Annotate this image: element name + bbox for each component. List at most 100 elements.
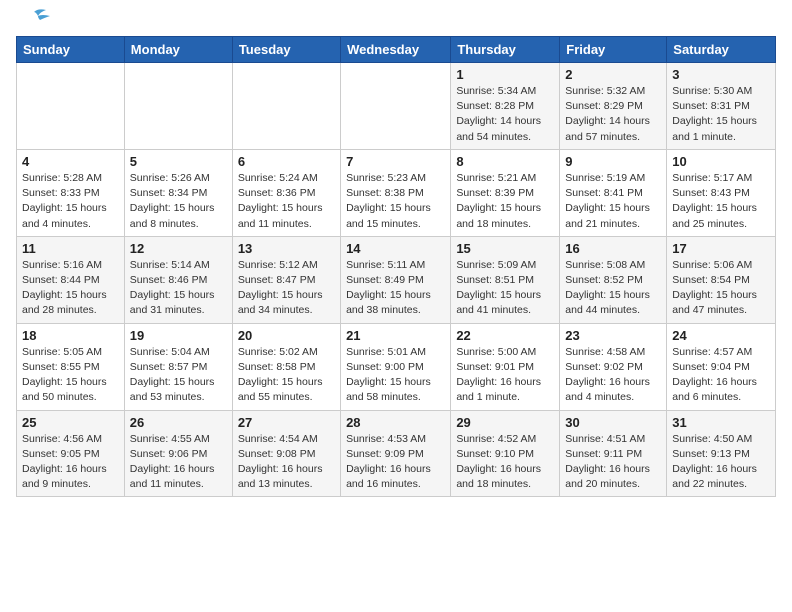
- day-number: 27: [238, 415, 335, 430]
- logo-bird-icon: [18, 8, 50, 28]
- day-info: Sunrise: 4:55 AM Sunset: 9:06 PM Dayligh…: [130, 432, 227, 493]
- day-number: 3: [672, 67, 770, 82]
- day-number: 30: [565, 415, 661, 430]
- calendar-cell: 23Sunrise: 4:58 AM Sunset: 9:02 PM Dayli…: [560, 323, 667, 410]
- day-info: Sunrise: 5:00 AM Sunset: 9:01 PM Dayligh…: [456, 345, 554, 406]
- day-header-friday: Friday: [560, 37, 667, 63]
- day-info: Sunrise: 4:51 AM Sunset: 9:11 PM Dayligh…: [565, 432, 661, 493]
- day-info: Sunrise: 5:23 AM Sunset: 8:38 PM Dayligh…: [346, 171, 445, 232]
- day-info: Sunrise: 5:34 AM Sunset: 8:28 PM Dayligh…: [456, 84, 554, 145]
- day-number: 11: [22, 241, 119, 256]
- day-info: Sunrise: 5:08 AM Sunset: 8:52 PM Dayligh…: [565, 258, 661, 319]
- day-info: Sunrise: 4:56 AM Sunset: 9:05 PM Dayligh…: [22, 432, 119, 493]
- day-info: Sunrise: 5:32 AM Sunset: 8:29 PM Dayligh…: [565, 84, 661, 145]
- page-header: [16, 16, 776, 28]
- calendar-cell: 9 Sunrise: 5:19 AM Sunset: 8:41 PM Daylig…: [560, 149, 667, 236]
- calendar-cell: 24 Sunrise: 4:57 AM Sunset: 9:04 PM Dayli…: [667, 323, 776, 410]
- day-info: Sunrise: 5:04 AM Sunset: 8:57 PM Dayligh…: [130, 345, 227, 406]
- day-number: 7: [346, 154, 445, 169]
- logo: [16, 16, 50, 28]
- day-number: 15: [456, 241, 554, 256]
- calendar-cell: [232, 63, 340, 150]
- calendar-cell: 22 Sunrise: 5:00 AM Sunset: 9:01 PM Dayli…: [451, 323, 560, 410]
- calendar-week-row: 11 Sunrise: 5:16 AM Sunset: 8:44 PM Dayli…: [17, 236, 776, 323]
- calendar-week-row: 1 Sunrise: 5:34 AM Sunset: 8:28 PM Daylig…: [17, 63, 776, 150]
- calendar-week-row: 18 Sunrise: 5:05 AM Sunset: 8:55 PM Dayli…: [17, 323, 776, 410]
- calendar-cell: 3 Sunrise: 5:30 AM Sunset: 8:31 PM Daylig…: [667, 63, 776, 150]
- calendar-cell: 2 Sunrise: 5:32 AM Sunset: 8:29 PM Daylig…: [560, 63, 667, 150]
- day-number: 23: [565, 328, 661, 343]
- day-header-sunday: Sunday: [17, 37, 125, 63]
- day-number: 19: [130, 328, 227, 343]
- day-number: 12: [130, 241, 227, 256]
- day-number: 16: [565, 241, 661, 256]
- day-info: Sunrise: 5:28 AM Sunset: 8:33 PM Dayligh…: [22, 171, 119, 232]
- day-number: 17: [672, 241, 770, 256]
- calendar-cell: 27 Sunrise: 4:54 AM Sunset: 9:08 PM Dayli…: [232, 410, 340, 497]
- calendar-header-row: SundayMondayTuesdayWednesdayThursdayFrid…: [17, 37, 776, 63]
- day-header-wednesday: Wednesday: [341, 37, 451, 63]
- day-number: 25: [22, 415, 119, 430]
- day-number: 4: [22, 154, 119, 169]
- day-number: 1: [456, 67, 554, 82]
- calendar-cell: 19 Sunrise: 5:04 AM Sunset: 8:57 PM Dayli…: [124, 323, 232, 410]
- day-number: 28: [346, 415, 445, 430]
- day-info: Sunrise: 5:14 AM Sunset: 8:46 PM Dayligh…: [130, 258, 227, 319]
- day-info: Sunrise: 5:01 AM Sunset: 9:00 PM Dayligh…: [346, 345, 445, 406]
- calendar-cell: 8 Sunrise: 5:21 AM Sunset: 8:39 PM Daylig…: [451, 149, 560, 236]
- calendar-cell: 28Sunrise: 4:53 AM Sunset: 9:09 PM Dayli…: [341, 410, 451, 497]
- day-info: Sunrise: 5:12 AM Sunset: 8:47 PM Dayligh…: [238, 258, 335, 319]
- calendar-cell: 25 Sunrise: 4:56 AM Sunset: 9:05 PM Dayli…: [17, 410, 125, 497]
- day-info: Sunrise: 5:05 AM Sunset: 8:55 PM Dayligh…: [22, 345, 119, 406]
- day-header-thursday: Thursday: [451, 37, 560, 63]
- day-info: Sunrise: 5:02 AM Sunset: 8:58 PM Dayligh…: [238, 345, 335, 406]
- day-info: Sunrise: 5:19 AM Sunset: 8:41 PM Dayligh…: [565, 171, 661, 232]
- day-info: Sunrise: 5:09 AM Sunset: 8:51 PM Dayligh…: [456, 258, 554, 319]
- calendar-cell: [124, 63, 232, 150]
- calendar-cell: 6 Sunrise: 5:24 AM Sunset: 8:36 PM Daylig…: [232, 149, 340, 236]
- calendar-table: SundayMondayTuesdayWednesdayThursdayFrid…: [16, 36, 776, 497]
- day-number: 2: [565, 67, 661, 82]
- calendar-cell: 20 Sunrise: 5:02 AM Sunset: 8:58 PM Dayli…: [232, 323, 340, 410]
- calendar-cell: [17, 63, 125, 150]
- day-number: 18: [22, 328, 119, 343]
- day-number: 9: [565, 154, 661, 169]
- day-number: 22: [456, 328, 554, 343]
- day-info: Sunrise: 5:26 AM Sunset: 8:34 PM Dayligh…: [130, 171, 227, 232]
- day-number: 6: [238, 154, 335, 169]
- day-info: Sunrise: 4:52 AM Sunset: 9:10 PM Dayligh…: [456, 432, 554, 493]
- calendar-cell: 5 Sunrise: 5:26 AM Sunset: 8:34 PM Daylig…: [124, 149, 232, 236]
- day-info: Sunrise: 4:57 AM Sunset: 9:04 PM Dayligh…: [672, 345, 770, 406]
- day-number: 8: [456, 154, 554, 169]
- calendar-week-row: 25 Sunrise: 4:56 AM Sunset: 9:05 PM Dayli…: [17, 410, 776, 497]
- day-number: 29: [456, 415, 554, 430]
- day-number: 24: [672, 328, 770, 343]
- calendar-cell: 21Sunrise: 5:01 AM Sunset: 9:00 PM Dayli…: [341, 323, 451, 410]
- day-info: Sunrise: 5:24 AM Sunset: 8:36 PM Dayligh…: [238, 171, 335, 232]
- calendar-cell: 18 Sunrise: 5:05 AM Sunset: 8:55 PM Dayli…: [17, 323, 125, 410]
- day-info: Sunrise: 5:16 AM Sunset: 8:44 PM Dayligh…: [22, 258, 119, 319]
- calendar-week-row: 4 Sunrise: 5:28 AM Sunset: 8:33 PM Daylig…: [17, 149, 776, 236]
- day-number: 31: [672, 415, 770, 430]
- calendar-cell: 4 Sunrise: 5:28 AM Sunset: 8:33 PM Daylig…: [17, 149, 125, 236]
- calendar-cell: 14Sunrise: 5:11 AM Sunset: 8:49 PM Dayli…: [341, 236, 451, 323]
- day-info: Sunrise: 5:30 AM Sunset: 8:31 PM Dayligh…: [672, 84, 770, 145]
- day-number: 20: [238, 328, 335, 343]
- calendar-cell: [341, 63, 451, 150]
- day-info: Sunrise: 5:06 AM Sunset: 8:54 PM Dayligh…: [672, 258, 770, 319]
- calendar-cell: 12 Sunrise: 5:14 AM Sunset: 8:46 PM Dayli…: [124, 236, 232, 323]
- calendar-cell: 26 Sunrise: 4:55 AM Sunset: 9:06 PM Dayli…: [124, 410, 232, 497]
- day-number: 5: [130, 154, 227, 169]
- day-info: Sunrise: 5:21 AM Sunset: 8:39 PM Dayligh…: [456, 171, 554, 232]
- calendar-cell: 17 Sunrise: 5:06 AM Sunset: 8:54 PM Dayli…: [667, 236, 776, 323]
- calendar-cell: 31Sunrise: 4:50 AM Sunset: 9:13 PM Dayli…: [667, 410, 776, 497]
- calendar-cell: 15 Sunrise: 5:09 AM Sunset: 8:51 PM Dayli…: [451, 236, 560, 323]
- calendar-cell: 11 Sunrise: 5:16 AM Sunset: 8:44 PM Dayli…: [17, 236, 125, 323]
- calendar-cell: 16 Sunrise: 5:08 AM Sunset: 8:52 PM Dayli…: [560, 236, 667, 323]
- day-header-tuesday: Tuesday: [232, 37, 340, 63]
- day-number: 13: [238, 241, 335, 256]
- day-number: 10: [672, 154, 770, 169]
- day-number: 26: [130, 415, 227, 430]
- day-info: Sunrise: 4:54 AM Sunset: 9:08 PM Dayligh…: [238, 432, 335, 493]
- calendar-cell: 13 Sunrise: 5:12 AM Sunset: 8:47 PM Dayli…: [232, 236, 340, 323]
